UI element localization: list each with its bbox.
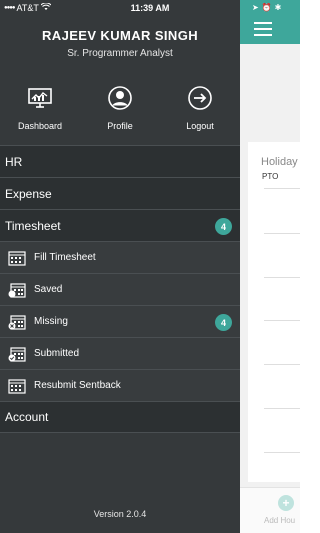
- logout-label: Logout: [186, 121, 214, 131]
- app-version: Version 2.0.4: [93, 509, 147, 519]
- bluetooth-icon: ✱: [274, 3, 282, 12]
- app-header: ➤ ⏰ ✱: [240, 0, 300, 44]
- menu-item-fill-timesheet[interactable]: Fill Timesheet: [0, 241, 240, 273]
- menu-item-label: Expense: [5, 186, 52, 201]
- divider: [264, 320, 300, 321]
- menu-item-label: Submitted: [34, 348, 80, 359]
- navigation-drawer: ●●●● AT&T RAJEEV KUMAR SINGH Sr. Program…: [0, 0, 240, 533]
- calendar-resubmit-icon: [8, 378, 26, 394]
- alarm-icon: ⏰: [261, 3, 272, 12]
- menu-item-account[interactable]: Account: [0, 401, 240, 433]
- profile-role: Sr. Programmer Analyst: [67, 48, 173, 59]
- menu-item-missing[interactable]: Missing 4: [0, 305, 240, 337]
- dashboard-label: Dashboard: [17, 121, 63, 131]
- divider: [264, 277, 300, 278]
- dashboard-button[interactable]: Dashboard: [5, 86, 75, 131]
- profile-button[interactable]: Profile: [85, 86, 155, 131]
- divider: [264, 408, 300, 409]
- divider: [264, 364, 300, 365]
- logout-button[interactable]: Logout: [165, 86, 235, 131]
- calendar-grid-icon: [8, 250, 26, 266]
- menu-item-expense[interactable]: Expense: [0, 177, 240, 209]
- menu-item-saved[interactable]: Saved: [0, 273, 240, 305]
- bottom-bar: [240, 487, 300, 533]
- add-icon[interactable]: +: [278, 495, 294, 511]
- status-bar-right: ➤ ⏰ ✱: [252, 3, 281, 12]
- menu-item-label: Saved: [34, 284, 63, 295]
- menu-item-hr[interactable]: HR: [0, 145, 240, 177]
- holiday-card: [248, 142, 308, 482]
- divider: [264, 452, 300, 453]
- menu-item-label: Account: [5, 410, 49, 424]
- holiday-card-subtitle: PTO: [262, 172, 279, 181]
- count-badge: 4: [215, 314, 232, 331]
- profile-label: Profile: [107, 121, 133, 131]
- calendar-submitted-icon: [8, 346, 26, 362]
- count-badge: 4: [215, 218, 232, 235]
- calendar-missing-icon: [8, 314, 26, 330]
- menu-icon[interactable]: [254, 22, 272, 36]
- menu-item-label: HR: [5, 154, 23, 169]
- menu-item-resubmit-sentback[interactable]: Resubmit Sentback: [0, 369, 240, 401]
- add-hours-label: Add Hou: [264, 516, 296, 525]
- calendar-saved-icon: [8, 282, 26, 298]
- dashboard-icon: [28, 86, 52, 115]
- holiday-card-title: Holiday: [261, 156, 298, 168]
- menu-item-timesheet[interactable]: Timesheet 4: [0, 209, 240, 241]
- menu-item-label: Timesheet: [5, 218, 61, 233]
- menu-item-submitted[interactable]: Submitted: [0, 337, 240, 369]
- divider: [264, 188, 300, 189]
- location-icon: ➤: [252, 3, 259, 12]
- logout-icon: [188, 86, 212, 115]
- menu-item-label: Resubmit Sentback: [34, 380, 121, 391]
- profile-name: RAJEEV KUMAR SINGH: [42, 28, 198, 43]
- profile-icon: [108, 86, 132, 115]
- quick-actions: Dashboard Profile Logout: [0, 86, 240, 131]
- divider: [264, 233, 300, 234]
- menu-item-label: Fill Timesheet: [34, 252, 96, 263]
- drawer-menu: HR Expense Timesheet 4 Fill Timesheet Sa…: [0, 145, 240, 433]
- menu-item-label: Missing: [34, 316, 68, 327]
